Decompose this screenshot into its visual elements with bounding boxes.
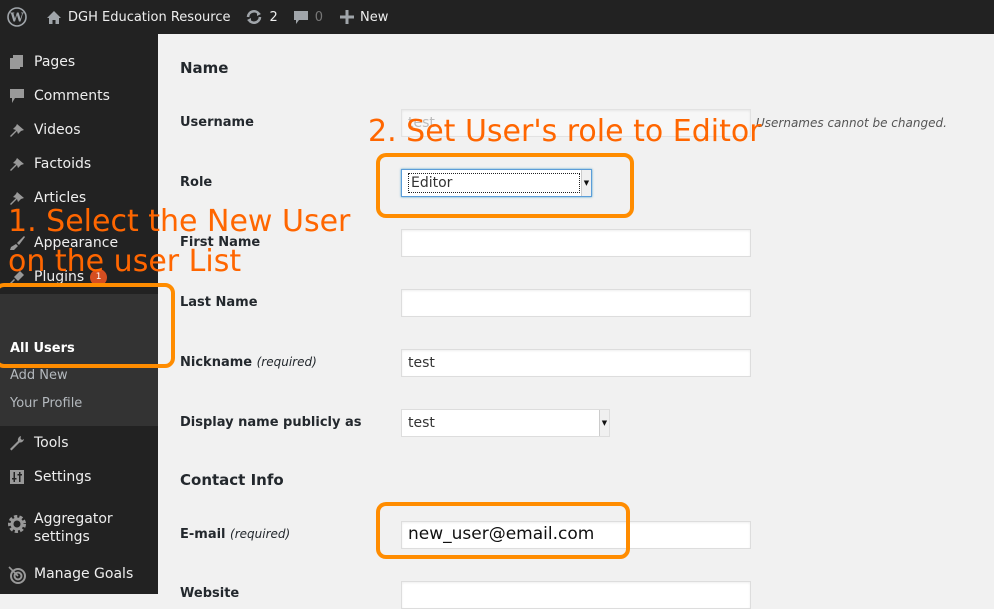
sidebar-item-factoids[interactable]: Factoids [0,152,158,176]
label-line-1: Aggregator [34,511,113,527]
nickname-label-text: Nickname [180,355,253,370]
sidebar-item-videos[interactable]: Videos [0,118,158,142]
home-icon [46,10,62,25]
sidebar-item-label: Manage Goals [34,566,134,582]
site-name: DGH Education Resource [68,9,231,25]
first-name-input[interactable] [401,229,751,257]
last-name-label: Last Name [180,295,258,310]
updates-count: 2 [269,9,278,25]
annotation-step-1-line-2: on the user List [8,244,242,279]
site-name-link[interactable]: DGH Education Resource [34,0,237,34]
sidebar-item-label: Aggregator settings [34,510,113,546]
new-content-link[interactable]: New [330,0,395,34]
admin-bar: W DGH Education Resource 2 0 New [0,0,994,34]
sidebar-item-manage-goals[interactable]: Manage Goals [0,562,158,586]
annotation-box-role [376,153,634,218]
settings-icon [7,469,27,485]
submenu-add-new[interactable]: Add New [10,368,68,383]
gear-icon [7,514,27,534]
username-note: Usernames cannot be changed. [756,116,947,130]
name-heading: Name [180,59,229,77]
sidebar-item-label: Factoids [34,156,92,172]
plus-icon [340,10,355,24]
sidebar-item-label: Tools [34,435,69,451]
sidebar-item-comments[interactable]: Comments [0,84,158,108]
email-label-text: E-mail [180,527,226,542]
chevron-down-icon: ▼ [599,410,609,436]
pin-icon [7,156,27,172]
label-line-2: settings [34,529,90,545]
target-icon [7,564,27,584]
comment-icon [7,88,27,104]
required-note: (required) [256,355,317,369]
email-label: E-mail (required) [180,527,290,542]
wordpress-menu[interactable]: W [0,0,34,34]
submenu-your-profile[interactable]: Your Profile [10,396,82,411]
sidebar-item-settings[interactable]: Settings [0,465,158,489]
svg-text:W: W [9,11,24,25]
website-input[interactable] [401,581,751,609]
updates-icon [245,9,263,25]
contact-info-heading: Contact Info [180,471,284,489]
sidebar-item-label: Settings [34,469,92,485]
sidebar-item-tools[interactable]: Tools [0,431,158,455]
annotation-step-2: 2. Set User's role to Editor [368,114,762,149]
sidebar-item-label: Comments [34,88,110,104]
required-note: (required) [230,527,291,541]
sidebar-item-aggregator-settings[interactable]: Aggregator settings [0,510,158,550]
comments-count: 0 [314,9,324,25]
nickname-input[interactable] [401,349,751,377]
sidebar-item-pages[interactable]: Pages [0,50,158,74]
role-label: Role [180,175,213,190]
comments-link[interactable]: 0 [285,0,330,34]
annotation-box-users-menu [0,283,175,368]
username-label: Username [180,115,254,130]
nickname-label: Nickname (required) [180,355,317,370]
new-label: New [360,9,389,25]
display-name-label: Display name publicly as [180,415,362,430]
annotation-box-email [376,502,630,559]
pin-icon [7,122,27,138]
display-name-select[interactable]: test ▼ [401,409,610,437]
annotation-step-1-line-1: 1. Select the New User [8,204,351,239]
sidebar-item-label: Videos [34,122,81,138]
wrench-icon [7,435,27,451]
comment-icon [293,9,309,25]
sidebar-item-label: Pages [34,54,76,70]
pages-icon [7,54,27,70]
updates-link[interactable]: 2 [237,0,284,34]
wordpress-logo-icon: W [7,7,27,27]
display-name-selected-value: test [408,415,435,431]
last-name-input[interactable] [401,289,751,317]
